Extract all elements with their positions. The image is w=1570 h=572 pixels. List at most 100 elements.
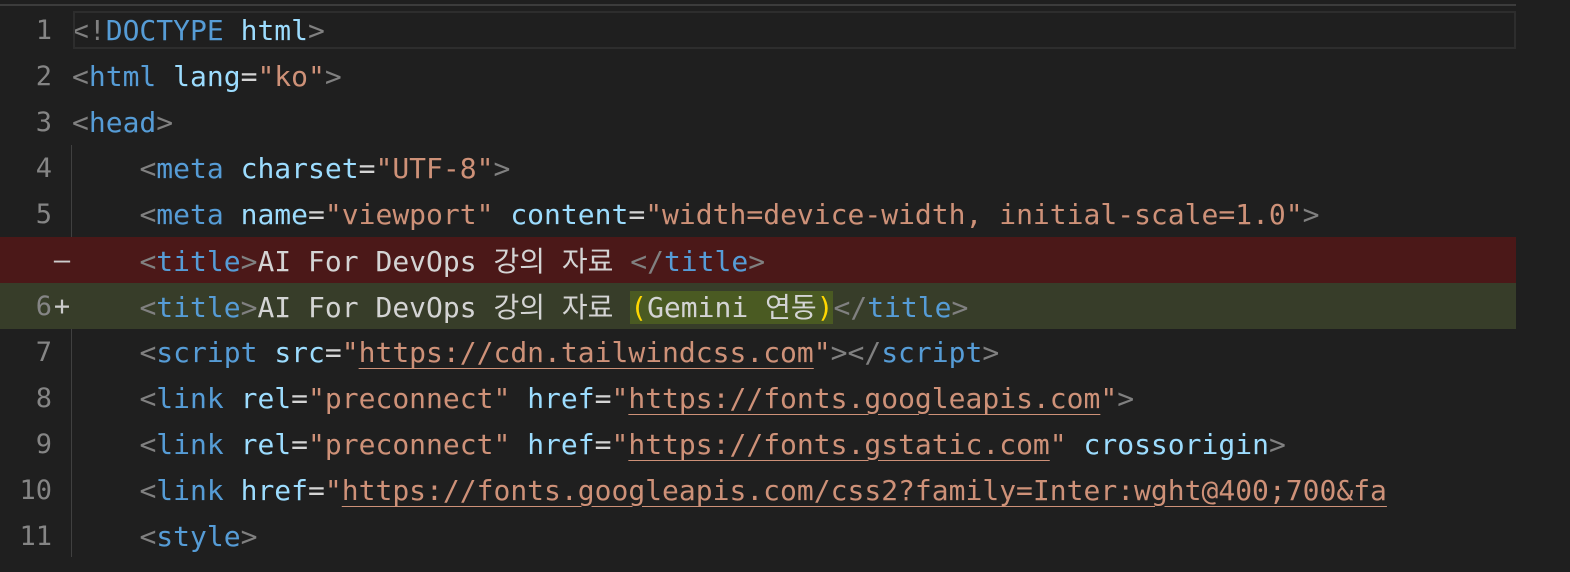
line-content: <!DOCTYPE html>: [72, 14, 325, 47]
token-bracket: </: [847, 335, 882, 369]
token-tag: head: [88, 105, 157, 139]
token-attr: html: [240, 13, 309, 47]
token-equals: =: [291, 427, 309, 461]
line-content: <script src="https://cdn.tailwindcss.com…: [72, 336, 999, 369]
code-line-9[interactable]: 9 <link rel="preconnect" href="https://f…: [0, 421, 1516, 467]
code-line-2[interactable]: 2 <html lang="ko">: [0, 53, 1516, 99]
token-added-paren: ): [816, 291, 834, 324]
token-attr: content: [510, 197, 629, 231]
token-bracket: >: [240, 519, 258, 553]
token-quote: ": [341, 335, 359, 369]
url-link[interactable]: https://fonts.googleapis.com/css2?family…: [342, 474, 1387, 507]
token-bracket: <: [139, 519, 157, 553]
token-bracket: <: [139, 245, 157, 278]
scrollbar-gutter[interactable]: [1516, 0, 1570, 572]
line-number: 7: [35, 336, 52, 368]
token-bracket: >: [951, 291, 969, 324]
token-tag: link: [156, 473, 224, 507]
token-equals: =: [358, 151, 376, 185]
token-attr: crossorigin: [1083, 427, 1269, 461]
line-number: 8: [35, 382, 52, 414]
token-bracket: <: [139, 197, 157, 231]
line-content: <link href="https://fonts.googleapis.com…: [72, 473, 1387, 507]
line-number: 6: [35, 290, 52, 322]
token-equals: =: [628, 197, 646, 231]
token-equals: =: [324, 335, 342, 369]
token-text: AI For DevOps 강의 자료: [257, 245, 631, 278]
line-content: <title>AI For DevOps 강의 자료 (Gemini 연동)</…: [72, 286, 968, 326]
token-added-text: Gemini 연동: [647, 291, 817, 324]
token-bracket: </: [833, 291, 868, 324]
code-line-3[interactable]: 3 <head>: [0, 99, 1516, 145]
token-tag: title: [867, 291, 952, 324]
token-tag: link: [156, 381, 224, 415]
line-content: <style>: [72, 520, 257, 553]
url-link[interactable]: https://fonts.googleapis.com: [628, 382, 1100, 415]
token-quote: ": [1049, 427, 1067, 461]
line-number: 4: [35, 152, 52, 184]
token-tag: title: [663, 245, 749, 278]
line-content: <link rel="preconnect" href="https://fon…: [72, 382, 1134, 415]
token-bracket: <: [139, 381, 157, 415]
editor-top-border: [0, 4, 1516, 6]
token-string: "viewport": [324, 197, 494, 231]
token-string: "ko": [257, 59, 325, 93]
url-link[interactable]: https://cdn.tailwindcss.com: [359, 336, 814, 369]
code-line-7[interactable]: 7 <script src="https://cdn.tailwindcss.c…: [0, 329, 1516, 375]
token-equals: =: [308, 473, 325, 507]
code-line-10[interactable]: 10 <link href="https://fonts.googleapis.…: [0, 467, 1516, 513]
token-added-paren: (: [630, 291, 648, 324]
diff-removed-marker: —: [53, 244, 71, 276]
token-bracket: >: [240, 291, 258, 324]
token-equals: =: [240, 59, 258, 93]
code-line-8[interactable]: 8 <link rel="preconnect" href="https://f…: [0, 375, 1516, 421]
line-number: 1: [35, 14, 52, 46]
token-bracket: <: [139, 291, 157, 324]
token-bracket: <: [139, 473, 157, 507]
code-line-5[interactable]: 5 <meta name="viewport" content="width=d…: [0, 191, 1516, 237]
token-quote: ": [813, 335, 831, 369]
code-line-1[interactable]: 1 <!DOCTYPE html>: [0, 7, 1516, 53]
code-editor[interactable]: 1 <!DOCTYPE html> 2 <html lang="ko"> 3 <…: [0, 0, 1570, 572]
token-string: "preconnect": [308, 427, 511, 461]
token-tag: script: [156, 335, 258, 369]
line-number: 5: [35, 198, 52, 230]
url-link[interactable]: https://fonts.gstatic.com: [628, 428, 1049, 461]
token-bracket: >: [830, 335, 848, 369]
token-bracket: <!: [72, 13, 106, 47]
token-text: AI For DevOps 강의 자료: [257, 291, 631, 324]
token-string: "width=device-width, initial-scale=1.0": [645, 197, 1303, 231]
code-line-6-added[interactable]: 6 + <title>AI For DevOps 강의 자료 (Gemini 연…: [0, 283, 1516, 329]
token-bracket: </: [630, 245, 664, 278]
token-attr: name: [240, 197, 309, 231]
token-bracket: >: [324, 59, 342, 93]
token-tag: meta: [156, 197, 224, 231]
token-tag: script: [881, 335, 983, 369]
token-string: "preconnect": [308, 381, 511, 415]
token-tag: link: [156, 427, 224, 461]
token-equals: =: [594, 427, 612, 461]
line-number: 3: [35, 106, 52, 138]
line-number: 11: [19, 520, 52, 552]
token-quote: ": [611, 381, 629, 415]
code-line-removed[interactable]: — <title>AI For DevOps 강의 자료 </title>: [0, 237, 1516, 283]
token-bracket: <: [139, 335, 157, 369]
token-bracket: <: [72, 105, 89, 139]
code-line-11[interactable]: 11 <style>: [0, 513, 1516, 559]
code-line-4[interactable]: 4 <meta charset="UTF-8">: [0, 145, 1516, 191]
token-attr: href: [527, 427, 595, 461]
token-bracket: >: [308, 13, 325, 47]
token-bracket: >: [982, 335, 1000, 369]
